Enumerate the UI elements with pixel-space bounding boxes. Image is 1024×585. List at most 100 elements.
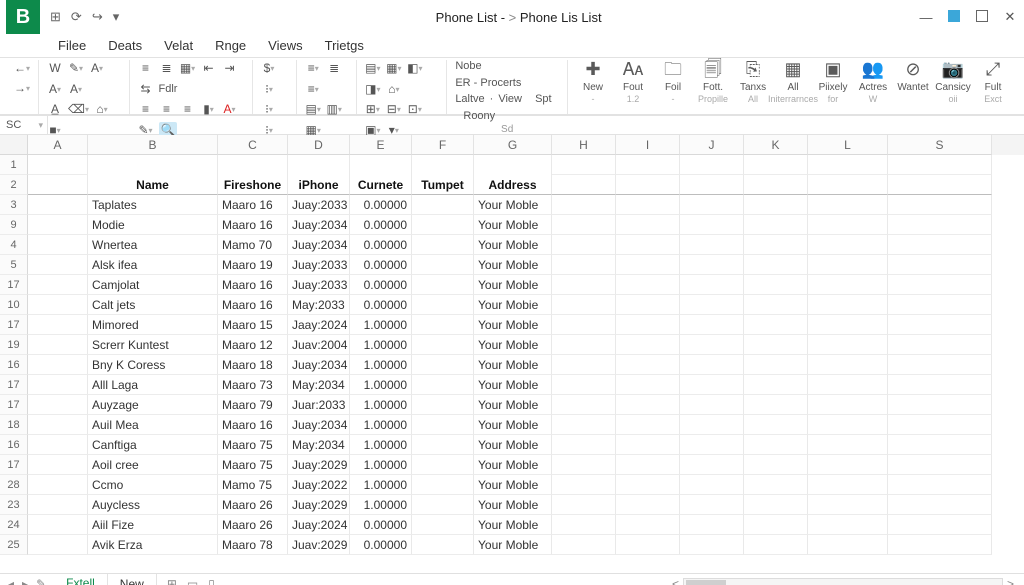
- cell[interactable]: [888, 215, 992, 235]
- cell[interactable]: [552, 175, 616, 195]
- ribbon-wantet-button[interactable]: ⊘Wantet: [896, 60, 930, 95]
- cell[interactable]: Maaro 16: [218, 415, 288, 435]
- row-delete-button[interactable]: ▥: [326, 101, 342, 117]
- cell[interactable]: Modie: [88, 215, 218, 235]
- cell[interactable]: Camjolat: [88, 275, 218, 295]
- cell[interactable]: [412, 455, 474, 475]
- cell[interactable]: [28, 515, 88, 535]
- row-header[interactable]: 16: [0, 355, 28, 375]
- cell[interactable]: [808, 415, 888, 435]
- cell[interactable]: [552, 435, 616, 455]
- cell[interactable]: May:2033: [288, 295, 350, 315]
- row-header[interactable]: 10: [0, 295, 28, 315]
- cell[interactable]: Juay:2033: [288, 275, 350, 295]
- tab-prev-icon[interactable]: ◂: [8, 577, 14, 585]
- cell[interactable]: Auyzage: [88, 395, 218, 415]
- cell[interactable]: [616, 295, 680, 315]
- cell[interactable]: Maaro 26: [218, 515, 288, 535]
- cell[interactable]: Auil Mea: [88, 415, 218, 435]
- row-header[interactable]: 17: [0, 395, 28, 415]
- cell[interactable]: [680, 375, 744, 395]
- name-box[interactable]: SC ▾: [0, 116, 48, 134]
- row-header[interactable]: 17: [0, 275, 28, 295]
- undo-button[interactable]: ←: [14, 60, 30, 76]
- mode-spt[interactable]: Spt: [535, 93, 552, 105]
- cell[interactable]: [552, 415, 616, 435]
- cell[interactable]: [28, 355, 88, 375]
- cell[interactable]: Aoil cree: [88, 455, 218, 475]
- cell[interactable]: [744, 275, 808, 295]
- cell[interactable]: [412, 415, 474, 435]
- cell[interactable]: [680, 295, 744, 315]
- cell[interactable]: [552, 475, 616, 495]
- cell[interactable]: Juay:2033: [288, 255, 350, 275]
- cell[interactable]: May:2034: [288, 435, 350, 455]
- select-all-corner[interactable]: [0, 135, 28, 155]
- row-header[interactable]: 9: [0, 215, 28, 235]
- cell[interactable]: [412, 495, 474, 515]
- cell[interactable]: [552, 155, 616, 175]
- sheet-tab-fxtell[interactable]: Fxtell: [54, 574, 108, 585]
- pencil-icon[interactable]: ✎: [36, 577, 46, 585]
- cell[interactable]: [28, 315, 88, 335]
- cell[interactable]: [28, 455, 88, 475]
- cell[interactable]: Your Moble: [474, 235, 552, 255]
- bold-button[interactable]: W: [47, 60, 63, 76]
- mode-latlve[interactable]: Laltve: [455, 93, 484, 105]
- ribbon-tanxs-button[interactable]: ⎘TanxsAll: [736, 60, 770, 105]
- mode-nobe[interactable]: Nobe: [455, 60, 481, 72]
- cell[interactable]: [288, 155, 350, 175]
- cell[interactable]: [616, 535, 680, 555]
- cell[interactable]: [28, 335, 88, 355]
- fill-color-button[interactable]: ▮: [201, 101, 217, 117]
- cell[interactable]: [412, 535, 474, 555]
- cell[interactable]: [28, 375, 88, 395]
- cell[interactable]: 1.00000: [350, 475, 412, 495]
- ribbon-foil-button[interactable]: 🗀Foil-: [656, 60, 690, 105]
- cell[interactable]: Jaay:2024: [288, 315, 350, 335]
- cell[interactable]: [616, 155, 680, 175]
- cell[interactable]: [616, 235, 680, 255]
- cell[interactable]: [888, 355, 992, 375]
- cell[interactable]: [888, 375, 992, 395]
- hscroll-thumb[interactable]: [686, 580, 726, 585]
- cell[interactable]: [552, 455, 616, 475]
- cell[interactable]: [680, 415, 744, 435]
- cell[interactable]: [616, 415, 680, 435]
- cell[interactable]: [888, 195, 992, 215]
- cell[interactable]: [28, 235, 88, 255]
- cell[interactable]: [888, 455, 992, 475]
- window-maximize-button[interactable]: [974, 10, 990, 25]
- indent-dec-button[interactable]: ⇤: [201, 60, 217, 76]
- cell[interactable]: [680, 315, 744, 335]
- cell[interactable]: Juay:2022: [288, 475, 350, 495]
- cell[interactable]: [28, 175, 88, 195]
- cell[interactable]: [680, 215, 744, 235]
- layout3-icon[interactable]: ▯: [208, 577, 215, 585]
- cell[interactable]: Bny K Coress: [88, 355, 218, 375]
- cell[interactable]: [888, 515, 992, 535]
- menu-rnge[interactable]: Rnge: [215, 38, 246, 53]
- cell[interactable]: [744, 455, 808, 475]
- cell[interactable]: Your Moble: [474, 335, 552, 355]
- hscroll-track[interactable]: [683, 578, 1003, 585]
- hscroll-right-icon[interactable]: >: [1003, 577, 1018, 585]
- cell[interactable]: [218, 155, 288, 175]
- cell[interactable]: [412, 375, 474, 395]
- cell[interactable]: Maaro 18: [218, 355, 288, 375]
- row-header[interactable]: 17: [0, 315, 28, 335]
- cell[interactable]: 0.00000: [350, 195, 412, 215]
- column-header-S[interactable]: S: [888, 135, 992, 155]
- cell[interactable]: Your Moble: [474, 455, 552, 475]
- cell[interactable]: [808, 275, 888, 295]
- sort-button[interactable]: ▦: [386, 60, 402, 76]
- cell[interactable]: [888, 435, 992, 455]
- cell[interactable]: [616, 435, 680, 455]
- cell[interactable]: [744, 315, 808, 335]
- column-header-G[interactable]: G: [474, 135, 552, 155]
- cell[interactable]: [744, 335, 808, 355]
- cf1-button[interactable]: ⊞: [365, 101, 381, 117]
- cell[interactable]: [888, 395, 992, 415]
- cell[interactable]: [350, 155, 412, 175]
- cell[interactable]: Ccmo: [88, 475, 218, 495]
